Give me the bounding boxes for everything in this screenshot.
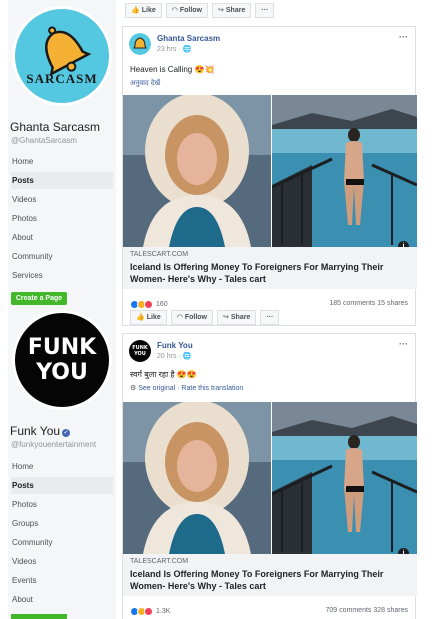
woman-in-lagoon-image [272, 402, 417, 554]
link-preview[interactable]: TALESCART.COM Iceland Is Offering Money … [123, 247, 417, 289]
previous-post-actions: 👍 Like ◠ Follow ↪ Share ··· [125, 3, 275, 19]
link-domain: TALESCART.COM [130, 251, 189, 258]
post-author-name[interactable]: Ghanta Sarcasm [157, 34, 220, 43]
nav-posts[interactable]: Posts [11, 172, 113, 189]
page-sidebar-funk-you: FUNK YOU Funk You ✓ @funkyouentertainment… [8, 306, 116, 619]
post-photo-lagoon[interactable] [272, 402, 417, 554]
page-sidebar-ghanta-sarcasm: SARCASM Ghanta Sarcasm @GhantaSarcasm Ho… [8, 0, 116, 306]
nav-posts[interactable]: Posts [11, 477, 113, 494]
page-name[interactable]: Ghanta Sarcasm [10, 120, 100, 134]
post-text: Heaven is Calling 😍💥 [130, 65, 215, 74]
link-title[interactable]: Iceland Is Offering Money To Foreigners … [130, 261, 410, 285]
more-options-button[interactable]: ··· [255, 3, 275, 18]
reaction-count: 160 [156, 301, 168, 308]
like-button[interactable]: 👍 Like [125, 3, 162, 18]
author-avatar[interactable]: FUNK YOU [129, 340, 151, 362]
page-avatar[interactable]: FUNK YOU [12, 310, 112, 410]
nav-community[interactable]: Community [11, 534, 113, 551]
post-photo-woman[interactable] [123, 95, 271, 247]
love-reaction-icon [144, 607, 153, 616]
author-avatar[interactable] [129, 33, 151, 55]
funk-mini-logo-text: FUNK YOU [132, 345, 148, 357]
post-photo-lagoon[interactable] [272, 95, 417, 247]
love-reaction-icon [144, 300, 153, 309]
thumbs-up-icon: 👍 [136, 314, 145, 321]
funk-you-logo: FUNK YOU [15, 313, 109, 407]
nav-photos[interactable]: Photos [11, 210, 113, 227]
link-title[interactable]: Iceland Is Offering Money To Foreigners … [130, 568, 410, 592]
more-options-button[interactable]: ··· [260, 310, 280, 325]
share-arrow-icon: ↪ [223, 314, 229, 321]
nav-photos[interactable]: Photos [11, 496, 113, 513]
reaction-count: 1.3K [156, 608, 171, 615]
nav-groups[interactable]: Groups [11, 515, 113, 532]
reactions-summary[interactable]: 1.3K [130, 607, 170, 616]
rss-icon: ◠ [171, 7, 178, 14]
gear-icon: ⚙ [130, 385, 137, 392]
create-page-button[interactable]: Create a Page [11, 292, 67, 305]
comments-shares[interactable]: 709 comments 328 shares [326, 607, 409, 614]
follow-button[interactable]: ◠ Follow [170, 310, 214, 325]
page-handle[interactable]: @GhantaSarcasm [11, 136, 77, 145]
post-card: Ghanta Sarcasm 23 hrs · 🌐 ··· Heaven is … [122, 26, 417, 326]
post-photo-woman[interactable] [123, 402, 271, 554]
like-button[interactable]: 👍 Like [130, 310, 167, 325]
page-handle[interactable]: @funkyouentertainment [11, 440, 96, 449]
nav-services[interactable]: Services [11, 267, 113, 284]
bell-icon [45, 26, 92, 77]
post-text: स्वर्ग बुला रहा है 😍😍 [130, 370, 197, 379]
sarcasm-mini-logo-icon [129, 33, 151, 55]
woman-in-fur-hood-image [123, 402, 271, 554]
funk-logo-line1: FUNK [27, 335, 97, 360]
post-card: FUNK YOU Funk You 20 hrs · 🌐 ··· स्वर्ग … [122, 333, 417, 619]
nav-home[interactable]: Home [11, 458, 113, 475]
woman-in-fur-hood-image [123, 95, 271, 247]
nav-videos[interactable]: Videos [11, 553, 113, 570]
share-button[interactable]: ↪ Share [217, 310, 257, 325]
reactions-summary[interactable]: 160 [130, 300, 168, 309]
rss-icon: ◠ [176, 314, 183, 321]
nav-community[interactable]: Community [11, 248, 113, 265]
post-options-icon[interactable]: ··· [399, 32, 408, 42]
translation-bar: ⚙ See original · Rate this translation [130, 384, 243, 392]
follow-button[interactable]: ◠ Follow [165, 3, 209, 18]
create-page-button-partial[interactable] [11, 614, 67, 619]
post-author-name[interactable]: Funk You [157, 341, 193, 350]
share-arrow-icon: ↪ [218, 7, 224, 14]
comments-shares[interactable]: 185 comments 15 shares [329, 300, 408, 307]
woman-in-lagoon-image [272, 95, 417, 247]
see-original-link[interactable]: See original [138, 385, 175, 392]
thumbs-up-icon: 👍 [131, 7, 140, 14]
sarcasm-logo: SARCASM [15, 9, 109, 103]
page-name[interactable]: Funk You ✓ [10, 424, 71, 438]
nav-home[interactable]: Home [11, 153, 113, 170]
link-preview[interactable]: TALESCART.COM Iceland Is Offering Money … [123, 554, 417, 596]
nav-about[interactable]: About [11, 591, 113, 608]
share-button[interactable]: ↪ Share [212, 3, 252, 18]
nav-about[interactable]: About [11, 229, 113, 246]
see-translation-link[interactable]: अनुवाद देखें [130, 79, 160, 88]
post-timestamp[interactable]: 23 hrs · 🌐 [157, 45, 191, 53]
post-stats: 1.3K 709 comments 328 shares [130, 607, 408, 619]
post-timestamp[interactable]: 20 hrs · 🌐 [157, 352, 191, 360]
nav-events[interactable]: Events [11, 572, 113, 589]
page-avatar[interactable]: SARCASM [12, 6, 112, 106]
post-options-icon[interactable]: ··· [399, 339, 408, 349]
post-actions: 👍 Like ◠ Follow ↪ Share ··· [130, 310, 280, 325]
funk-logo-line2: YOU [36, 360, 88, 385]
link-domain: TALESCART.COM [130, 558, 189, 565]
nav-videos[interactable]: Videos [11, 191, 113, 208]
rate-translation-link[interactable]: · Rate this translation [175, 385, 243, 392]
verified-badge-icon: ✓ [62, 429, 71, 437]
sarcasm-logo-text: SARCASM [26, 71, 98, 86]
